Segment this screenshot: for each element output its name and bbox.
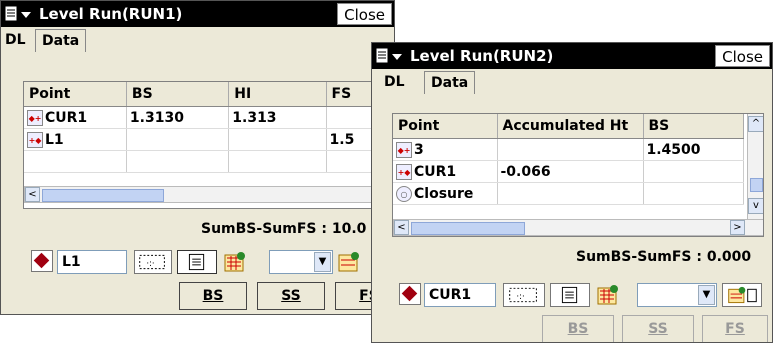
foresight-icon: +◆ — [27, 131, 43, 148]
cell-point: CUR1 — [414, 163, 457, 180]
cell-bs — [643, 160, 744, 183]
closure-icon: ○ — [396, 185, 412, 202]
chevron-down-icon[interactable]: ▼ — [698, 285, 715, 305]
tab-dl[interactable]: DL — [5, 29, 35, 52]
close-button[interactable]: Close — [715, 45, 770, 67]
cell-point: CUR1 — [45, 109, 88, 126]
scroll-right-icon[interactable]: > — [730, 220, 745, 235]
horizontal-scrollbar[interactable]: < > — [393, 219, 763, 236]
bs-button[interactable]: BS — [542, 315, 614, 342]
cell-point: 3 — [414, 141, 424, 158]
tab-dl[interactable]: DL — [384, 71, 414, 94]
cell-bs — [126, 128, 230, 151]
stop-icon[interactable] — [31, 250, 53, 272]
column-header-hi[interactable]: HI — [228, 82, 327, 107]
fs-button[interactable]: FS — [702, 315, 768, 342]
bs-button[interactable]: BS — [179, 282, 247, 310]
backsight-icon: ◆+ — [396, 141, 412, 158]
code-combo[interactable]: ▼ — [637, 283, 717, 307]
table-row[interactable]: ○ Closure — [393, 182, 744, 205]
level-data-grid[interactable]: Point Accumulated Ht BS ◆+ 3 1.4500 +◆ CUR… — [392, 113, 764, 237]
point-list-button[interactable]: ·:· — [134, 250, 172, 274]
level-data-grid[interactable]: Point BS HI FS ◆+ CUR1 1.3130 1.313 +◆ L1 … — [23, 81, 394, 209]
tab-strip: DL Data — [372, 69, 772, 95]
notes-button[interactable] — [550, 283, 590, 307]
horizontal-scrollbar[interactable]: < — [24, 186, 394, 203]
cell-bs — [126, 150, 230, 173]
notes-button[interactable] — [177, 250, 217, 274]
title-bar: Level Run(RUN1) Close — [1, 1, 394, 27]
backsight-icon: ◆+ — [27, 109, 43, 126]
point-input[interactable]: CUR1 — [424, 283, 496, 307]
chevron-down-icon[interactable]: ▼ — [314, 252, 331, 272]
map-point-icon — [728, 286, 757, 304]
cell-hi — [228, 128, 327, 151]
sum-difference: SumBS-SumFS : 10.0 — [201, 221, 367, 237]
table-row[interactable]: +◆ CUR1 -0.066 — [393, 160, 744, 183]
map-grid-icon[interactable] — [223, 250, 247, 274]
map-point-icon[interactable] — [337, 250, 361, 274]
notebook-icon — [561, 286, 578, 304]
cell-hi: 1.313 — [228, 106, 327, 129]
table-row[interactable]: ◆+ CUR1 1.3130 1.313 — [24, 106, 394, 129]
start-menu-icon[interactable] — [375, 46, 405, 66]
scrollbar-thumb[interactable] — [750, 178, 763, 192]
window-title: Level Run(RUN1) — [39, 5, 183, 23]
point-list-button[interactable]: ·:· — [503, 283, 545, 307]
cell-point: Closure — [414, 185, 474, 202]
dotted-frame-icon: ·:· — [509, 287, 537, 303]
column-header-point[interactable]: Point — [24, 82, 127, 107]
stop-icon[interactable] — [399, 283, 421, 305]
scroll-up-icon[interactable]: ^ — [748, 116, 763, 132]
vertical-scrollbar[interactable]: ^ v — [747, 114, 763, 219]
title-bar: Level Run(RUN2) Close — [372, 43, 772, 69]
svg-text:·:·: ·:· — [146, 259, 154, 269]
column-header-point[interactable]: Point — [393, 114, 498, 139]
cell-accumulated-ht — [497, 182, 644, 205]
tab-strip: DL Data — [1, 27, 394, 53]
table-row[interactable]: ◆+ 3 1.4500 — [393, 138, 744, 161]
notebook-icon — [188, 253, 205, 271]
cell-bs — [643, 182, 744, 205]
tab-data[interactable]: Data — [35, 29, 87, 52]
cell-bs: 1.3130 — [126, 106, 230, 129]
cell-accumulated-ht: -0.066 — [497, 160, 644, 183]
point-input[interactable]: L1 — [57, 250, 127, 274]
scrollbar-thumb[interactable] — [411, 222, 525, 235]
map-grid-icon[interactable] — [596, 283, 620, 307]
level-run-window-run2: Level Run(RUN2) Close DL Data Point Accu… — [371, 42, 773, 343]
column-header-accumulated-ht[interactable]: Accumulated Ht — [497, 114, 644, 139]
scroll-down-icon[interactable]: v — [748, 198, 763, 214]
level-run-window-run1: Level Run(RUN1) Close DL Data Point BS H… — [0, 0, 395, 315]
window-title: Level Run(RUN2) — [410, 47, 554, 65]
table-row[interactable]: +◆ L1 1.5 — [24, 128, 394, 151]
dotted-frame-icon: ·:· — [139, 254, 165, 270]
svg-text:·:·: ·:· — [516, 292, 524, 302]
cell-point: L1 — [45, 131, 64, 148]
cell-bs: 1.4500 — [643, 138, 744, 161]
scroll-left-icon[interactable]: < — [394, 220, 409, 235]
scroll-left-icon[interactable]: < — [25, 187, 40, 202]
start-menu-icon[interactable] — [4, 4, 34, 24]
column-header-bs[interactable]: BS — [126, 82, 230, 107]
map-options-button[interactable] — [722, 283, 762, 307]
code-combo[interactable]: ▼ — [269, 250, 333, 274]
ss-button[interactable]: SS — [622, 315, 694, 342]
cell-accumulated-ht — [497, 138, 644, 161]
cell-point — [24, 150, 127, 173]
cell-hi — [228, 150, 327, 173]
ss-button[interactable]: SS — [257, 282, 325, 310]
table-row[interactable] — [24, 150, 394, 173]
sum-difference: SumBS-SumFS : 0.000 — [576, 249, 752, 265]
column-header-bs[interactable]: BS — [643, 114, 744, 139]
close-button[interactable]: Close — [337, 3, 392, 25]
scrollbar-thumb[interactable] — [42, 189, 164, 202]
foresight-icon: +◆ — [396, 163, 412, 180]
tab-data[interactable]: Data — [424, 71, 476, 94]
